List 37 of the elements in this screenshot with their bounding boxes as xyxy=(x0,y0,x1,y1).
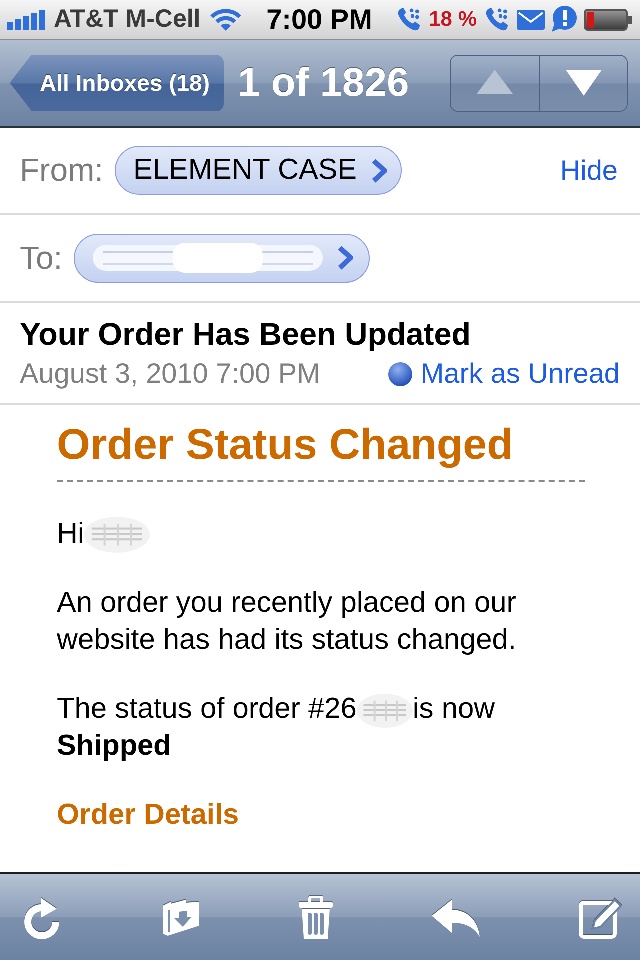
to-label: To: xyxy=(20,240,63,276)
redaction-blur-icon xyxy=(92,241,323,275)
status-time: 7:00 PM xyxy=(266,4,374,36)
status-sentence: The status of order #26 xyxy=(57,693,357,726)
wifi-icon xyxy=(210,8,242,32)
redaction-blur-icon xyxy=(356,694,413,728)
email-heading: Order Status Changed xyxy=(57,422,514,468)
down-triangle-icon xyxy=(564,68,604,98)
recipient-chip[interactable] xyxy=(74,234,370,282)
order-status: Shipped xyxy=(57,729,172,764)
status-sentence-end: is now xyxy=(412,693,496,726)
chevron-icon xyxy=(371,158,388,182)
greeting-text: Hi xyxy=(57,518,84,550)
body-paragraph: An order you recently placed on our website has had its status changed. xyxy=(57,586,518,658)
trash-icon[interactable] xyxy=(299,896,333,940)
battery-percent: 18 % xyxy=(429,8,477,32)
alert-bubble-icon xyxy=(551,6,578,33)
folder-arrow-icon[interactable] xyxy=(162,898,200,938)
chevron-icon xyxy=(336,246,353,270)
unread-dot-icon xyxy=(388,362,413,386)
next-message-button[interactable] xyxy=(539,56,627,110)
mark-unread-link[interactable]: Mark as Unread xyxy=(388,358,620,390)
carrier-name: AT&T M-Cell xyxy=(54,5,201,34)
message-counter: 1 of 1826 xyxy=(238,60,410,106)
order-details-link[interactable]: Order Details xyxy=(57,797,240,834)
sender-chip[interactable]: ELEMENT CASE xyxy=(114,146,402,195)
signal-bars-icon xyxy=(7,10,45,30)
redaction-blur-icon xyxy=(84,517,150,554)
battery-icon xyxy=(584,8,632,30)
from-label: From: xyxy=(20,152,104,189)
email-subject: Your Order Has Been Updated xyxy=(20,315,472,353)
hide-link[interactable]: Hide xyxy=(560,154,618,186)
back-button[interactable]: All Inboxes (18) xyxy=(10,54,224,112)
reply-arrow-icon[interactable] xyxy=(432,899,480,937)
email-date: August 3, 2010 7:00 PM xyxy=(20,358,320,390)
compose-icon[interactable] xyxy=(579,897,623,939)
envelope-icon xyxy=(517,10,545,30)
